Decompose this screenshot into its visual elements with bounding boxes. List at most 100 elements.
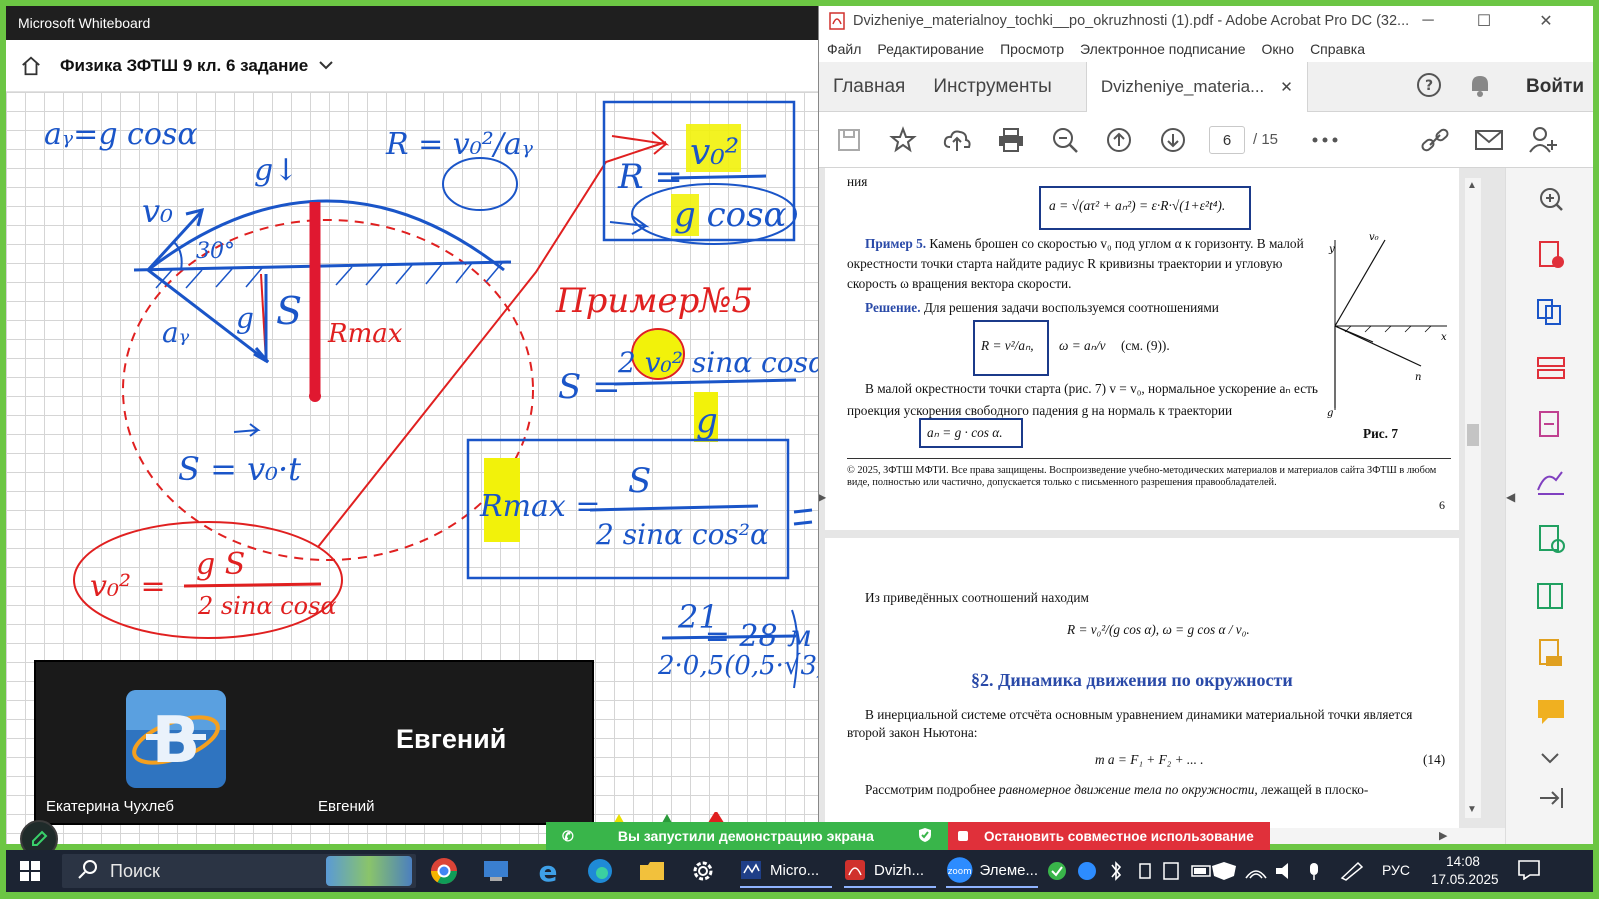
pdf-page-6: ния a = √(aτ² + aₙ²) = ε·R·√(1+ε²t⁴). Пр… [825, 168, 1459, 530]
page7-last-a: Рассмотрим подробнее [865, 782, 996, 797]
ink-v0sq-num: g S [196, 547, 245, 582]
tab-home[interactable]: Главная [819, 62, 919, 112]
svg-text:?: ? [1425, 78, 1433, 94]
file-transfer-icon[interactable] [482, 854, 510, 888]
help-icon[interactable]: ? [1416, 72, 1442, 103]
page-down-icon[interactable] [1155, 122, 1191, 158]
share-link-icon[interactable] [1417, 122, 1453, 158]
taskbar-search[interactable]: Поиск [62, 854, 416, 888]
newton-equation: m a = F₁ + F₂ + ... . [1095, 752, 1204, 767]
ink-ay-label: aᵧ [162, 316, 190, 349]
maximize-icon[interactable]: ☐ [1462, 6, 1506, 36]
pdf-page-7: Из приведённых соотношений находим R = v… [825, 538, 1459, 838]
internet-explorer-icon[interactable]: e [534, 854, 562, 888]
formula-omega: ω = aₙ/v [1059, 338, 1106, 353]
figure-7-caption: Рис. 7 [1363, 426, 1398, 441]
chevron-down-icon[interactable] [318, 57, 334, 75]
ink-rmax-box-num: S [628, 461, 651, 501]
scroll-down-icon[interactable]: ▼ [1467, 804, 1477, 815]
notifications-icon[interactable] [1518, 860, 1540, 885]
page6-top-fragment: ния [847, 174, 868, 189]
wifi-icon [1245, 870, 1267, 879]
scroll-right-icon[interactable]: ▶ [1439, 829, 1447, 842]
acrobat-menubar: Файл Редактирование Просмотр Электронное… [819, 36, 1593, 62]
volume-icon [1276, 863, 1288, 879]
ink-ay-def: aᵧ=g cosα [44, 117, 198, 152]
tab-tools[interactable]: Инструменты [919, 62, 1065, 112]
cloud-upload-icon[interactable] [939, 122, 975, 158]
stop-share-button[interactable]: Остановить совместное использование [948, 822, 1270, 850]
save-icon[interactable] [831, 122, 867, 158]
equation-14-number: (14) [1423, 752, 1446, 767]
whiteboard-header: Физика ЗФТШ 9 кл. 6 задание [6, 40, 818, 92]
whiteboard-window-title: Microsoft Whiteboard [18, 15, 151, 31]
zoom-out-icon[interactable] [1047, 122, 1083, 158]
document-area[interactable]: ния a = √(aτ² + aₙ²) = ε·R·√(1+ε²t⁴). Пр… [819, 168, 1505, 838]
battery-icon [1191, 865, 1211, 877]
ink-v0sq-lhs: v₀² = [90, 569, 166, 604]
chrome-icon[interactable] [430, 854, 458, 888]
rail-collapse-icon[interactable]: ◀ [1506, 490, 1515, 504]
ink-r-box-r: R = [617, 157, 683, 197]
ink-g-vec: g [236, 302, 254, 335]
taskbar-clock[interactable]: 14:08 17.05.2025 [1431, 853, 1499, 889]
vertical-scrollbar[interactable]: ▲ ▼ [1465, 178, 1481, 818]
ink-angle: 30° [196, 239, 235, 264]
settings-gear-icon[interactable] [690, 854, 716, 888]
edge-icon[interactable] [586, 854, 614, 888]
menu-view[interactable]: Просмотр [1000, 41, 1064, 57]
solution-text: Для решения задачи воспользуемся соотнош… [923, 300, 1219, 315]
taskbar-app-acrobat[interactable]: Dvizh... [844, 854, 936, 888]
file-explorer-icon[interactable] [638, 854, 666, 888]
left-panel-toggle-icon[interactable]: ▶ [819, 490, 826, 504]
language-indicator[interactable]: РУС [1382, 862, 1410, 878]
ink-v0: v₀ [142, 192, 173, 230]
page-up-icon[interactable] [1101, 122, 1137, 158]
acrobat-window-title: Dvizheniye_materialnoy_tochki__po_okruzh… [853, 13, 1410, 29]
taskbar-app-whiteboard[interactable]: Micro... [740, 854, 832, 888]
page-number-input[interactable]: 6 [1209, 126, 1245, 154]
email-icon[interactable] [1471, 122, 1507, 158]
close-icon[interactable]: ✕ [1524, 6, 1568, 36]
ink-g-arrow: g↓ [254, 153, 298, 188]
menu-esign[interactable]: Электронное подписание [1080, 41, 1246, 57]
windows-start-icon[interactable] [20, 861, 40, 886]
tab-close-icon[interactable]: ✕ [1280, 78, 1293, 96]
participant-label-right: Евгений [318, 798, 375, 815]
zoom-tray-icon [1078, 862, 1096, 880]
tab-document[interactable]: Dvizheniye_materia... ✕ [1085, 61, 1308, 112]
ink-r-box-num: v₀² [690, 132, 739, 173]
signin-button[interactable]: Войти [1526, 76, 1584, 98]
add-user-icon[interactable] [1525, 122, 1561, 158]
minimize-icon[interactable]: ─ [1406, 6, 1450, 36]
print-icon[interactable] [993, 122, 1029, 158]
home-icon[interactable] [16, 51, 46, 81]
menu-file[interactable]: Файл [827, 41, 861, 57]
system-tray-icons[interactable] [1046, 860, 1376, 882]
stop-share-label: Остановить совместное использование [984, 828, 1254, 844]
usb-icon [1163, 862, 1179, 880]
rail-tool-icons[interactable] [1532, 180, 1572, 840]
device-icon [1139, 863, 1151, 879]
stamp-icon [1539, 639, 1562, 666]
compare-files-icon [1537, 583, 1563, 609]
solution-line: Решение. Для решения задачи воспользуемс… [865, 300, 1345, 316]
more-icon[interactable] [1307, 122, 1343, 158]
chevron-down-icon [1541, 753, 1559, 764]
scroll-up-icon[interactable]: ▲ [1467, 180, 1477, 191]
menu-help[interactable]: Справка [1310, 41, 1365, 57]
menu-edit[interactable]: Редактирование [877, 41, 984, 57]
board-title[interactable]: Физика ЗФТШ 9 кл. 6 задание [60, 56, 308, 76]
ink-s-eq-num: 2 v₀² sinα cosα [617, 346, 818, 379]
taskbar-app-zoom[interactable]: zoom Элеме... [946, 854, 1038, 888]
ink-result-val: = 28 м [705, 619, 812, 654]
page-total: / 15 [1253, 131, 1279, 148]
exit-panel-icon [1540, 788, 1563, 808]
participant-label-left: Екатерина Чухлеб [46, 798, 174, 815]
menu-window[interactable]: Окно [1262, 41, 1295, 57]
bell-icon[interactable] [1468, 72, 1492, 103]
scroll-thumb[interactable] [1467, 424, 1479, 446]
defender-icon [1212, 862, 1236, 880]
star-icon[interactable] [885, 122, 921, 158]
page6-number: 6 [1439, 498, 1445, 512]
